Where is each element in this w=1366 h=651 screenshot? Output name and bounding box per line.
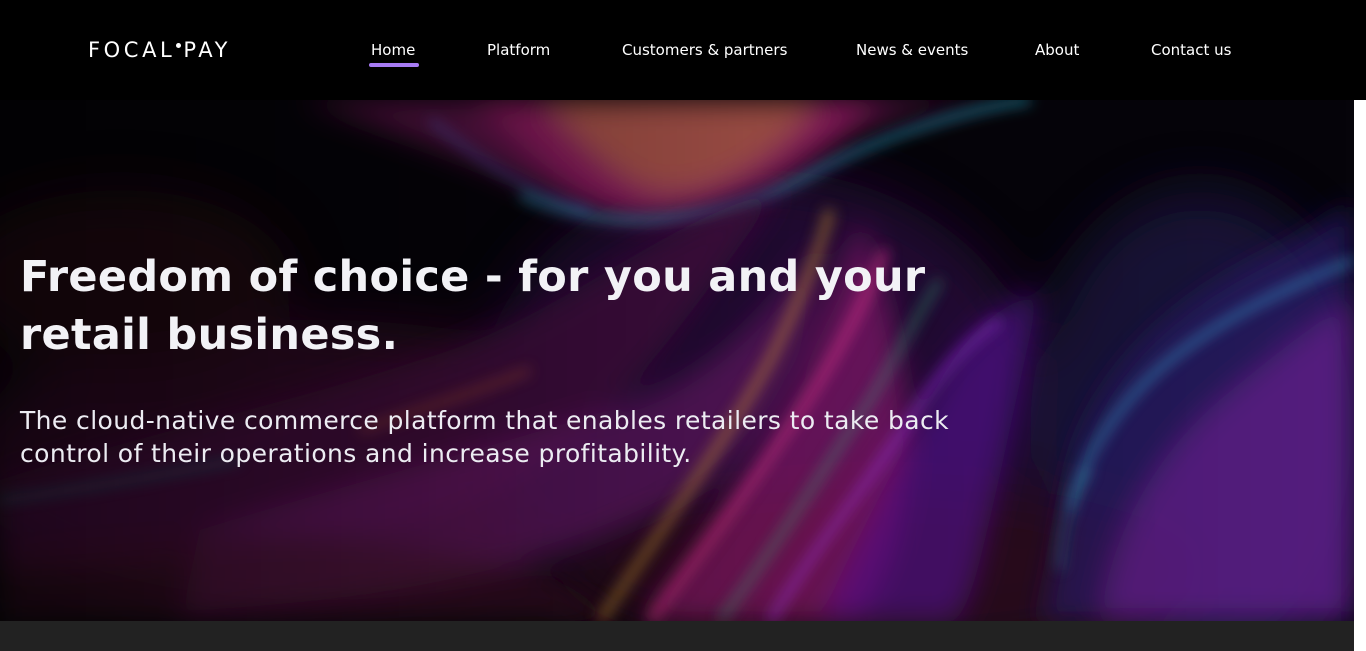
nav-item-customers-partners[interactable]: Customers & partners: [622, 39, 787, 61]
nav-item-contact-us[interactable]: Contact us: [1151, 39, 1231, 61]
hero-title: Freedom of choice - for you and your ret…: [20, 252, 926, 360]
main-nav: Home Platform Customers & partners News …: [0, 0, 1366, 100]
nav-item-home[interactable]: Home: [371, 39, 415, 61]
hero-section: Freedom of choice - for you and your ret…: [0, 100, 1354, 621]
hero-subtitle: The cloud-native commerce platform that …: [20, 406, 949, 468]
page-right-edge: [1354, 100, 1366, 621]
nav-item-platform[interactable]: Platform: [487, 39, 550, 61]
site-header: FOCAL PAY Home Platform Customers & part…: [0, 0, 1366, 100]
next-section-right-edge: [1354, 621, 1366, 651]
nav-item-news-events[interactable]: News & events: [856, 39, 968, 61]
nav-item-about[interactable]: About: [1035, 39, 1079, 61]
next-section-band: [0, 621, 1354, 651]
active-nav-underline: [369, 63, 419, 67]
page: FOCAL PAY Home Platform Customers & part…: [0, 0, 1366, 651]
